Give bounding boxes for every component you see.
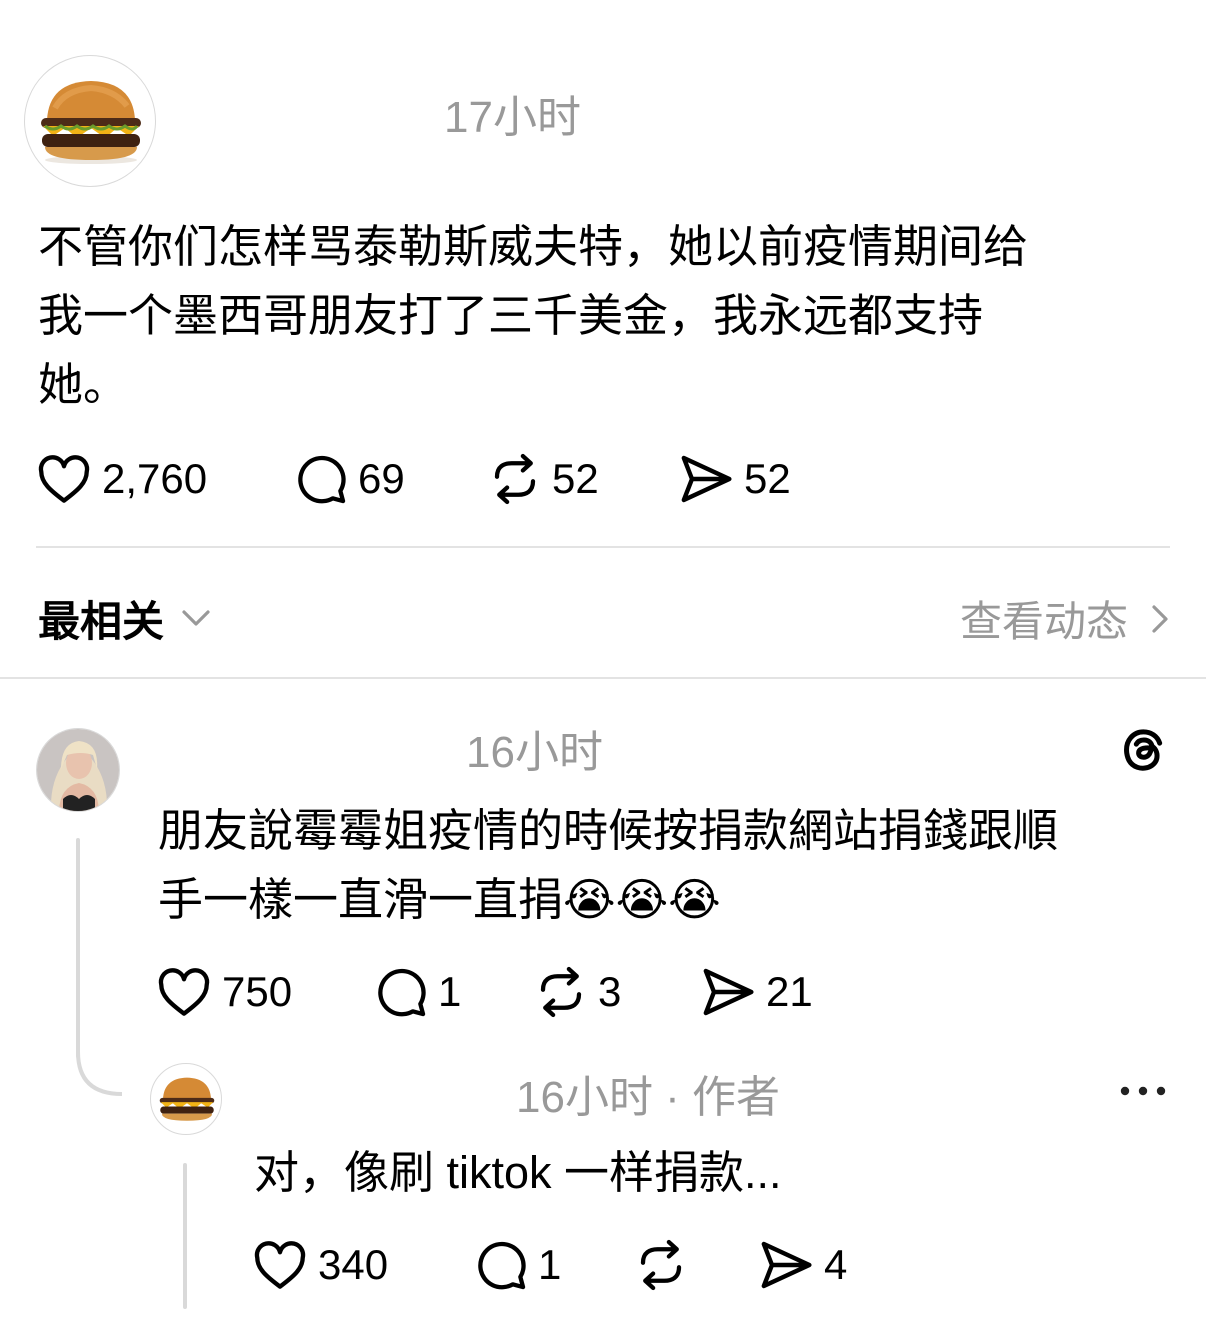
post-like-count: 2,760 xyxy=(102,455,208,502)
comment-icon xyxy=(298,455,346,504)
reply-share-button[interactable]: 4 xyxy=(758,1239,847,1291)
repost-icon xyxy=(494,453,536,505)
post-repost-count: 52 xyxy=(552,455,599,502)
divider xyxy=(36,546,1170,548)
repost-icon xyxy=(540,966,582,1018)
chevron-right-icon xyxy=(1152,604,1168,633)
post-text-line: 她。 xyxy=(38,359,129,410)
more-icon xyxy=(1120,1086,1166,1096)
share-icon xyxy=(703,968,754,1016)
thread-line xyxy=(183,1163,187,1309)
sort-dropdown[interactable]: 最相关 xyxy=(38,588,212,649)
comment-reply-button[interactable]: 1 xyxy=(374,965,534,1019)
reply-share-count: 4 xyxy=(824,1241,848,1288)
comment-actions: 750 1 3 21 xyxy=(156,962,813,1022)
post-reply-count: 69 xyxy=(358,455,405,502)
heart-icon xyxy=(254,1241,306,1289)
threads-icon[interactable] xyxy=(1118,725,1168,780)
post-share-count: 52 xyxy=(744,455,791,502)
reply-author-avatar[interactable] xyxy=(150,1063,222,1135)
post-text-line: 不管你们怎样骂泰勒斯威夫特，她以前疫情期间给 xyxy=(38,221,1029,272)
post-author-avatar[interactable] xyxy=(24,55,156,187)
burger-icon xyxy=(159,1077,215,1121)
comment-like-count: 750 xyxy=(222,968,293,1015)
reply-like-count: 340 xyxy=(318,1241,389,1288)
reply-reply-button[interactable]: 1 xyxy=(474,1238,634,1292)
view-activity-link[interactable]: 查看动态 xyxy=(960,588,1170,649)
comment-icon xyxy=(378,968,426,1017)
post-repost-button[interactable]: 52 xyxy=(488,452,678,506)
comment-text-line: 手一樣一直滑一直捐😭😭😭 xyxy=(158,874,721,925)
comment-text-line: 朋友說霉霉姐疫情的時候按捐款網站捐錢跟順 xyxy=(158,805,1059,856)
comment-share-count: 21 xyxy=(766,968,813,1015)
post-text-line: 我一个墨西哥朋友打了三千美金，我永远都支持 xyxy=(38,290,984,341)
post-like-button[interactable]: 2,760 xyxy=(36,454,294,504)
comment-author-avatar[interactable] xyxy=(36,728,120,812)
comment-text: 朋友說霉霉姐疫情的時候按捐款網站捐錢跟順 手一樣一直滑一直捐😭😭😭 xyxy=(158,796,1188,934)
share-icon xyxy=(681,455,732,503)
reply-text: 对，像刷 tiktok 一样捐款... xyxy=(254,1147,782,1198)
heart-icon xyxy=(158,968,210,1016)
post-text: 不管你们怎样骂泰勒斯威夫特，她以前疫情期间给 我一个墨西哥朋友打了三千美金，我永… xyxy=(38,212,1178,419)
reply-repost-button[interactable] xyxy=(634,1238,758,1292)
post-actions: 2,760 69 52 52 xyxy=(36,449,791,509)
share-icon xyxy=(761,1241,812,1289)
woman-avatar-icon xyxy=(37,729,119,811)
view-activity-label: 查看动态 xyxy=(959,598,1128,645)
comment-repost-count: 3 xyxy=(598,968,622,1015)
reply-timestamp: 16小时 · 作者 xyxy=(516,1073,781,1122)
repost-icon xyxy=(640,1239,682,1291)
thread-connector xyxy=(76,1052,123,1096)
post-share-button[interactable]: 52 xyxy=(678,453,791,505)
heart-icon xyxy=(38,455,90,503)
section-divider xyxy=(0,677,1206,679)
threads-logo xyxy=(1124,729,1163,771)
reply-like-button[interactable]: 340 xyxy=(252,1240,474,1290)
reply-actions: 340 1 4 xyxy=(252,1235,847,1295)
post-timestamp: 17小时 xyxy=(444,93,581,142)
comment-share-button[interactable]: 21 xyxy=(700,966,813,1018)
thread-line xyxy=(76,838,80,1058)
comment-reply-count: 1 xyxy=(438,968,462,1015)
burger-icon xyxy=(41,81,141,164)
comment-repost-button[interactable]: 3 xyxy=(534,965,700,1019)
sort-label: 最相关 xyxy=(38,598,165,645)
chevron-down-icon xyxy=(182,609,210,626)
comment-timestamp: 16小时 xyxy=(466,728,603,777)
comment-like-button[interactable]: 750 xyxy=(156,967,374,1017)
comment-icon xyxy=(478,1241,526,1290)
post-reply-button[interactable]: 69 xyxy=(294,452,488,506)
reply-reply-count: 1 xyxy=(538,1241,562,1288)
more-options-button[interactable] xyxy=(1118,1080,1168,1102)
